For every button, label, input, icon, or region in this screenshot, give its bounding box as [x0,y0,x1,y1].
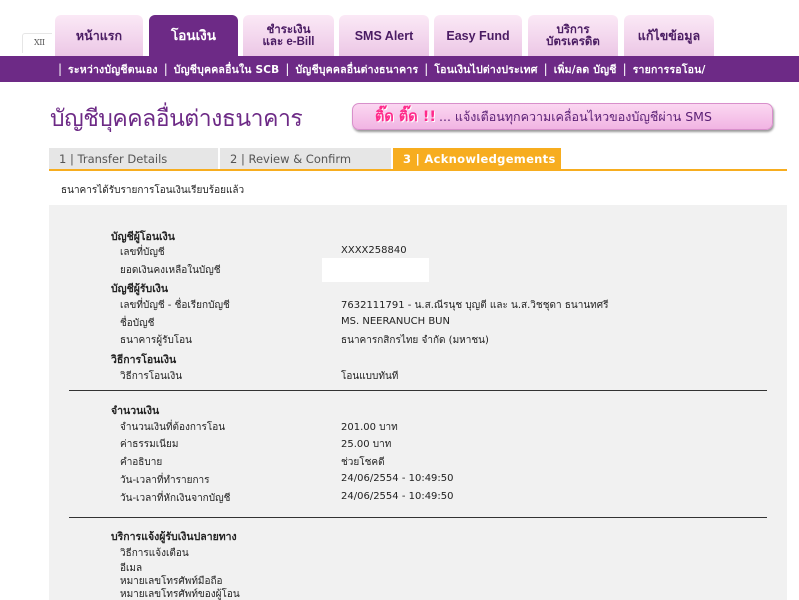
tab-transfer[interactable]: โอนเงิน [149,15,238,56]
subnav-separator: | [424,62,429,76]
notify-method-label: วิธีการแจ้งเตือน [120,548,189,559]
subnav-separator: | [163,62,168,76]
to-account-label: เลขที่บัญชี - ชื่อเรียกบัญชี [120,300,230,311]
subnav-pending-transfers[interactable]: รายการรอโอน/ [633,61,706,78]
tab-bill-payment-label2: และ e-Bill [262,35,315,48]
to-account-value: 7632111791 - น.ส.ณีรนุช บุญตี และ น.ส.วิ… [341,300,609,311]
to-bank-label: ธนาคารผู้รับโอน [120,335,193,346]
detail-row-notify-method: วิธีการแจ้งเตือน [120,546,189,561]
subnav-separator: | [285,62,290,76]
balance-label: ยอดเงินคงเหลือในบัญชี [120,265,221,276]
divider [69,390,767,391]
banner-text: ... แจ้งเตือนทุกความเคลื่อนไหวของบัญชีผ่… [439,108,712,124]
sender-phone-label: หมายเลขโทรศัพท์ของผู้โอน [120,589,240,600]
detail-row-sender-phone: หมายเลขโทรศัพท์ของผู้โอน [120,587,240,600]
detail-row-to-name: ชื่อบัญชี MS. NEERANUCH BUN [120,316,450,331]
status-message: ธนาคารได้รับรายการโอนเงินเรียบร้อยแล้ว [61,185,245,196]
amount-value: 201.00 บาท [341,422,398,433]
section-to-account: บัญชีผู้รับเงิน [111,283,169,295]
section-transfer-method: วิธีการโอนเงิน [111,354,177,366]
description-value: ช่วยโชคดี [341,457,385,468]
to-name-value: MS. NEERANUCH BUN [341,316,450,327]
txn-time-label: วัน-เวลาที่ทำรายการ [120,475,210,486]
subnav-international[interactable]: โอนเงินไปต่างประเทศ [434,61,537,78]
detail-row-method: วิธีการโอนเงิน โอนแบบทันที [120,369,398,384]
detail-row-debit-time: วัน-เวลาที่หักเงินจากบัญชี 24/06/2554 - … [120,491,454,506]
progress-steps: 1 | Transfer Details 2 | Review & Confir… [49,148,787,171]
subnav-other-scb[interactable]: บัญชีบุคคลอื่นใน SCB [174,61,280,78]
detail-row-balance: ยอดเงินคงเหลือในบัญชี [120,263,221,278]
tab-credit-card[interactable]: บริการ บัตรเครดิต [528,15,618,56]
detail-row-txn-time: วัน-เวลาที่ทำรายการ 24/06/2554 - 10:49:5… [120,473,454,488]
fee-value: 25.00 บาท [341,439,392,450]
tab-credit-card-label2: บัตรเครดิต [546,35,600,48]
method-value: โอนแบบทันที [341,371,399,382]
section-from-account: บัญชีผู้โอนเงิน [111,231,175,243]
divider [69,517,767,518]
detail-row-account-no: เลขที่บัญชี XXXX258840 [120,245,407,260]
step-transfer-details: 1 | Transfer Details [49,148,220,170]
top-tab-bar: XII หน้าแรก โอนเงิน ชำระเงิน และ e-Bill … [0,0,799,56]
steps-underline [49,169,787,171]
txn-time-value: 24/06/2554 - 10:49:50 [341,473,454,484]
tab-home[interactable]: หน้าแรก [55,15,143,56]
section-amount: จำนวนเงิน [111,405,160,417]
tab-edit-profile-label: แก้ไขข้อมูล [637,28,701,43]
subnav-separator: | [58,62,63,76]
tab-sms-alert-label: SMS Alert [354,28,414,43]
fee-label: ค่าธรรมเนียม [120,439,179,450]
sub-navigation: | ระหว่างบัญชีตนเอง | บัญชีบุคคลอื่นใน S… [0,56,799,82]
subnav-separator: | [622,62,627,76]
detail-row-to-account: เลขที่บัญชี - ชื่อเรียกบัญชี 7632111791 … [120,298,608,313]
tab-transfer-label: โอนเงิน [170,27,217,43]
tab-home-label: หน้าแรก [75,28,123,43]
subnav-manage-accounts[interactable]: เพิ่ม/ลด บัญชี [554,61,617,78]
subnav-other-bank[interactable]: บัญชีบุคคลอื่นต่างธนาคาร [295,61,418,78]
balance-masked-box [322,258,429,282]
page-title: บัญชีบุคคลอื่นต่างธนาคาร [50,105,303,131]
step-acknowledgements: 3 | Acknowledgements [393,148,563,170]
email-label: อีเมล [120,563,143,574]
detail-row-to-bank: ธนาคารผู้รับโอน ธนาคารกสิกรไทย จำกัด (มห… [120,333,489,348]
account-no-label: เลขที่บัญชี [120,247,165,258]
to-name-label: ชื่อบัญชี [120,318,155,329]
detail-row-description: คำอธิบาย ช่วยโชคดี [120,455,385,470]
tab-bill-payment[interactable]: ชำระเงิน และ e-Bill [243,15,334,56]
section-recipient-notification: บริการแจ้งผู้รับเงินปลายทาง [111,531,237,543]
mobile-label: หมายเลขโทรศัพท์มือถือ [120,576,223,587]
tab-bill-payment-label: ชำระเงิน [266,23,311,36]
tab-credit-card-label: บริการ [556,23,590,36]
amount-label: จำนวนเงินที่ต้องการโอน [120,422,226,433]
description-label: คำอธิบาย [120,457,163,468]
detail-row-fee: ค่าธรรมเนียม 25.00 บาท [120,437,391,452]
tab-edit-profile[interactable]: แก้ไขข้อมูล [624,15,714,56]
to-bank-value: ธนาคารกสิกรไทย จำกัด (มหาชน) [341,335,489,346]
subnav-own-accounts[interactable]: ระหว่างบัญชีตนเอง [68,61,158,78]
step-review-confirm: 2 | Review & Confirm [220,148,393,170]
sms-alert-banner[interactable]: ติ๊ด ติ๊ด !! ... แจ้งเตือนทุกความเคลื่อน… [352,103,773,130]
method-label: วิธีการโอนเงิน [120,371,183,382]
tab-easy-fund-label: Easy Fund [446,28,510,43]
detail-row-amount: จำนวนเงินที่ต้องการโอน 201.00 บาท [120,420,398,435]
banner-highlight: ติ๊ด ติ๊ด !! [375,109,436,125]
tab-sms-alert[interactable]: SMS Alert [339,15,429,56]
debit-time-value: 24/06/2554 - 10:49:50 [341,491,454,502]
corner-mark: XII [34,38,45,47]
subnav-separator: | [543,62,548,76]
account-no-value: XXXX258840 [341,245,407,256]
tab-easy-fund[interactable]: Easy Fund [434,15,522,56]
debit-time-label: วัน-เวลาที่หักเงินจากบัญชี [120,493,231,504]
